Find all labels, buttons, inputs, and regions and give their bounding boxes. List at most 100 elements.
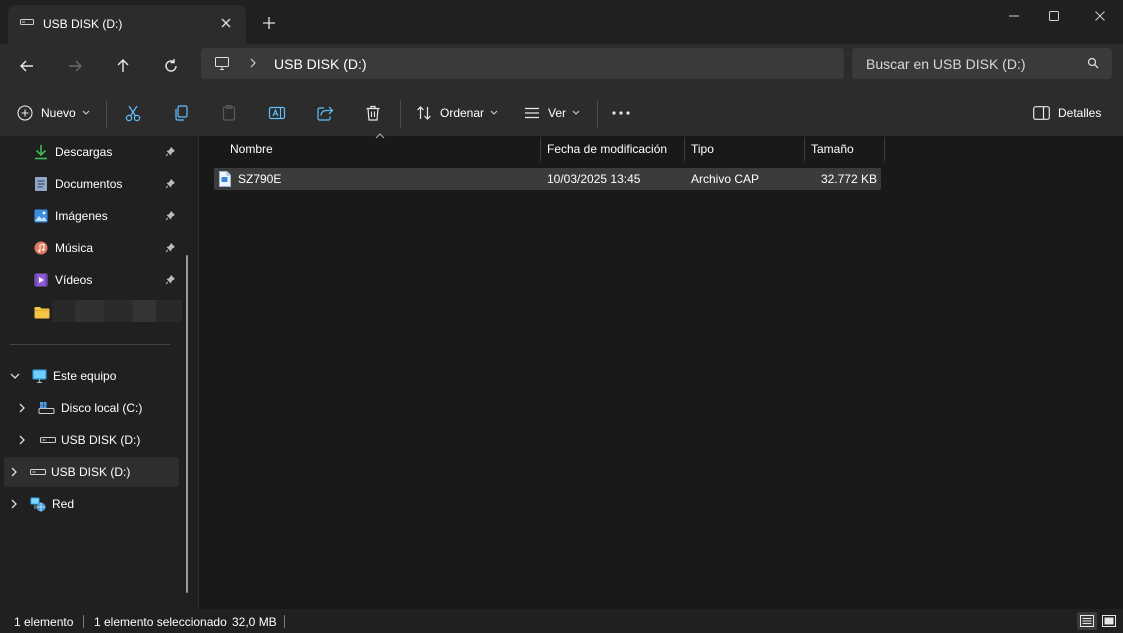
status-bar: 1 elemento 1 elemento seleccionado 32,0 … — [0, 609, 1123, 633]
column-header-name[interactable]: Nombre — [230, 136, 535, 162]
details-view-button[interactable] — [1077, 612, 1097, 630]
minimize-button[interactable] — [1004, 8, 1024, 24]
sidebar-item-disco-local-c[interactable]: Disco local (C:) — [18, 393, 183, 423]
address-bar[interactable]: USB DISK (D:) — [201, 48, 844, 79]
chevron-right-icon[interactable] — [10, 499, 18, 509]
toolbar-divider — [106, 100, 107, 128]
cut-button[interactable] — [124, 102, 142, 124]
status-divider — [284, 615, 285, 628]
sidebar-item-label: USB DISK (D:) — [51, 465, 131, 479]
tab-title: USB DISK (D:) — [43, 17, 123, 31]
pin-icon — [165, 210, 176, 221]
forward-button[interactable] — [65, 56, 85, 76]
sidebar-item-red[interactable]: Red — [10, 489, 180, 519]
delete-icon — [364, 104, 382, 122]
rename-button[interactable] — [268, 102, 286, 124]
pin-icon — [165, 242, 176, 253]
chevron-down-icon[interactable] — [10, 372, 20, 380]
sidebar-item-descargas[interactable]: Descargas — [34, 137, 184, 167]
details-label: Detalles — [1058, 106, 1102, 120]
column-divider[interactable] — [540, 137, 541, 161]
sidebar-item-este-equipo[interactable]: Este equipo — [10, 361, 180, 391]
file-list-pane — [198, 136, 1123, 609]
file-row[interactable]: SZ790E 10/03/2025 13:45 Archivo CAP 32.7… — [214, 168, 881, 190]
search-input[interactable]: Buscar en USB DISK (D:) — [852, 48, 1112, 79]
column-divider[interactable] — [884, 137, 885, 161]
paste-button[interactable] — [220, 102, 238, 124]
computer-icon — [214, 55, 230, 71]
sidebar-item-videos[interactable]: Vídeos — [34, 265, 184, 295]
search-icon — [1087, 57, 1099, 69]
chevron-right-icon[interactable] — [18, 435, 26, 445]
sidebar-item-label: Red — [52, 497, 75, 511]
close-tab-icon[interactable] — [220, 17, 232, 29]
chevron-right-icon — [248, 57, 258, 69]
details-view-icon — [1080, 615, 1094, 627]
chevron-right-icon[interactable] — [10, 467, 18, 477]
column-header-size[interactable]: Tamaño — [811, 136, 881, 162]
videos-icon — [34, 273, 48, 287]
view-label: Ver — [548, 106, 567, 120]
sort-button[interactable]: Ordenar — [416, 102, 498, 124]
network-icon — [30, 497, 46, 512]
delete-button[interactable] — [364, 102, 382, 124]
sidebar-item-documentos[interactable]: Documentos — [34, 169, 184, 199]
sidebar-item-musica[interactable]: Música — [34, 233, 184, 263]
column-header-modified[interactable]: Fecha de modificación — [547, 136, 682, 162]
usb-drive-icon — [30, 468, 46, 476]
pin-icon — [165, 274, 176, 285]
computer-icon — [32, 369, 47, 383]
view-icon — [524, 105, 540, 121]
column-divider[interactable] — [684, 137, 685, 161]
rename-icon — [268, 104, 286, 122]
local-disk-icon — [38, 401, 55, 415]
new-button[interactable]: Nuevo — [17, 102, 90, 124]
refresh-button[interactable] — [161, 56, 181, 76]
add-icon — [17, 105, 33, 121]
column-header-type[interactable]: Tipo — [691, 136, 801, 162]
pin-icon — [165, 146, 176, 157]
usb-drive-icon — [40, 436, 56, 444]
sidebar-item-imagenes[interactable]: Imágenes — [34, 201, 184, 231]
details-pane-button[interactable]: Detalles — [1033, 102, 1101, 124]
maximize-button[interactable] — [1044, 8, 1064, 24]
back-button[interactable] — [17, 56, 37, 76]
sidebar-item-label: Este equipo — [53, 369, 117, 383]
new-tab-button[interactable] — [262, 16, 276, 30]
view-button[interactable]: Ver — [524, 102, 580, 124]
sidebar-divider — [10, 344, 170, 345]
sidebar-item-usb-disk-root[interactable]: USB DISK (D:) — [10, 457, 180, 487]
sort-label: Ordenar — [440, 106, 485, 120]
selection-size: 32,0 MB — [232, 615, 277, 629]
sidebar-item-usb-disk-child[interactable]: USB DISK (D:) — [18, 425, 183, 455]
sidebar-item-label: Descargas — [55, 145, 113, 159]
column-header-label: Nombre — [230, 142, 273, 156]
more-options-button[interactable] — [612, 102, 630, 124]
chevron-down-icon — [82, 110, 90, 116]
column-divider[interactable] — [804, 137, 805, 161]
copy-button[interactable] — [172, 102, 190, 124]
search-placeholder: Buscar en USB DISK (D:) — [866, 56, 1026, 72]
sidebar-item-label: Música — [55, 241, 94, 255]
share-button[interactable] — [316, 102, 334, 124]
file-size: 32.772 KB — [820, 172, 877, 186]
document-icon — [34, 176, 48, 192]
details-pane-icon — [1033, 106, 1050, 120]
toolbar-divider — [597, 100, 598, 128]
tab-usb-disk[interactable]: USB DISK (D:) — [8, 5, 246, 44]
cut-icon — [124, 104, 142, 122]
close-window-button[interactable] — [1090, 8, 1110, 24]
column-header-label: Fecha de modificación — [547, 142, 668, 156]
cap-file-icon — [219, 171, 231, 187]
breadcrumb-usb-disk[interactable]: USB DISK (D:) — [274, 56, 367, 72]
sort-icon — [416, 105, 432, 121]
up-button[interactable] — [113, 56, 133, 76]
chevron-right-icon[interactable] — [18, 403, 26, 413]
sidebar-item-label: USB DISK (D:) — [61, 433, 141, 447]
chevron-down-icon — [572, 110, 580, 116]
large-icons-view-button[interactable] — [1100, 612, 1118, 630]
sidebar-item-label: Imágenes — [55, 209, 108, 223]
chevron-down-icon — [490, 110, 498, 116]
redacted-folder-name — [52, 300, 182, 322]
sidebar-scrollbar[interactable] — [186, 255, 188, 593]
